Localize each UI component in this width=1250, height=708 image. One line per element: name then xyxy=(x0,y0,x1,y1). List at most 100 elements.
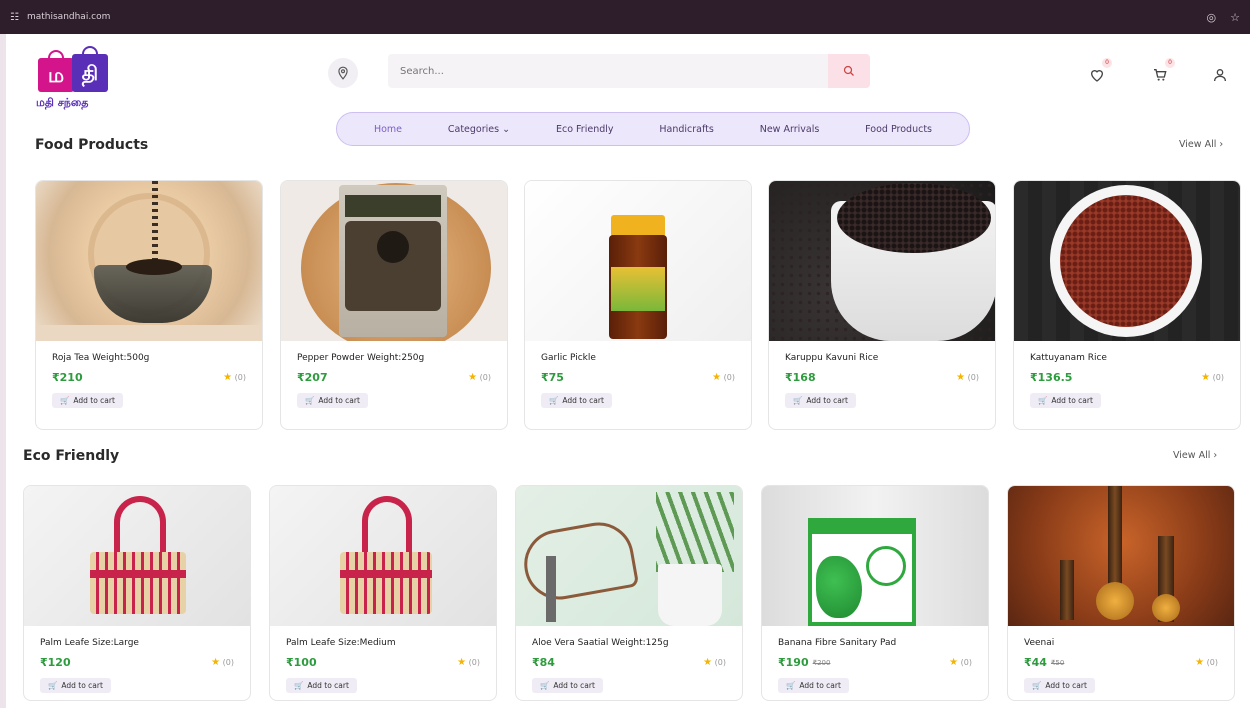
search-input[interactable] xyxy=(388,54,828,88)
star-icon: ★ xyxy=(703,657,713,668)
add-to-cart-button[interactable]: 🛒 Add to cart xyxy=(1030,393,1101,408)
product-rating: ★ (0) xyxy=(457,657,480,668)
product-card[interactable]: Pepper Powder Weight:250g ₹207 ★ (0) 🛒 Ad… xyxy=(280,180,508,430)
product-image[interactable] xyxy=(24,486,250,626)
product-rating: ★ (0) xyxy=(211,657,234,668)
nav-categories[interactable]: Categories ⌄ xyxy=(448,124,510,135)
view-all-eco-link[interactable]: View All › xyxy=(1173,450,1217,461)
address-bar[interactable]: mathisandhai.com xyxy=(27,12,110,22)
star-icon: ★ xyxy=(712,372,722,383)
nav-food-products[interactable]: Food Products xyxy=(865,124,932,135)
heart-icon xyxy=(1090,70,1104,82)
product-image[interactable] xyxy=(1014,181,1240,341)
account-button[interactable] xyxy=(1209,64,1231,86)
product-price: ₹75 xyxy=(541,371,564,384)
product-card[interactable]: Kattuyanam Rice ₹136.5 ★ (0) 🛒 Add to car… xyxy=(1013,180,1241,430)
product-price: ₹136.5 xyxy=(1030,371,1073,384)
product-rating: ★ (0) xyxy=(468,372,491,383)
product-rating: ★ (0) xyxy=(703,657,726,668)
product-name[interactable]: Aloe Vera Saatial Weight:125g xyxy=(532,638,742,648)
wishlist-button[interactable]: 0 xyxy=(1086,58,1112,86)
add-to-cart-button[interactable]: 🛒 Add to cart xyxy=(785,393,856,408)
add-to-cart-button[interactable]: 🛒 Add to cart xyxy=(40,678,111,693)
product-price: ₹120 xyxy=(40,656,71,669)
product-name[interactable]: Banana Fibre Sanitary Pad xyxy=(778,638,988,648)
product-name[interactable]: Pepper Powder Weight:250g xyxy=(297,353,507,363)
search-button[interactable] xyxy=(828,54,870,88)
bookmark-star-icon[interactable]: ☆ xyxy=(1230,11,1240,24)
add-to-cart-button[interactable]: 🛒 Add to cart xyxy=(532,678,603,693)
product-image[interactable] xyxy=(769,181,995,341)
product-image[interactable] xyxy=(1008,486,1234,626)
nav-eco-friendly[interactable]: Eco Friendly xyxy=(556,124,614,135)
logo-letter-ma: ம xyxy=(38,58,74,92)
product-image[interactable] xyxy=(281,181,507,341)
product-card[interactable]: Banana Fibre Sanitary Pad ₹190 ₹200 ★ (0… xyxy=(761,485,989,701)
product-price: ₹44 xyxy=(1024,656,1047,669)
product-image[interactable] xyxy=(36,181,262,341)
product-name[interactable]: Roja Tea Weight:500g xyxy=(52,353,262,363)
nav-categories-label: Categories xyxy=(447,123,500,135)
tracking-icon[interactable]: ◎ xyxy=(1207,11,1217,24)
product-card[interactable]: Veenai ₹44 ₹50 ★ (0) 🛒 Add to cart xyxy=(1007,485,1235,701)
cart-icon: 🛒 xyxy=(540,681,550,690)
nav-new-arrivals[interactable]: New Arrivals xyxy=(760,124,820,135)
add-to-cart-button[interactable]: 🛒 Add to cart xyxy=(297,393,368,408)
section-title-eco-friendly: Eco Friendly xyxy=(23,448,120,464)
cart-icon: 🛒 xyxy=(793,396,803,405)
chevron-down-icon: ⌄ xyxy=(502,123,511,135)
cart-icon: 🛒 xyxy=(60,396,70,405)
star-icon: ★ xyxy=(1201,372,1211,383)
product-name[interactable]: Karuppu Kavuni Rice xyxy=(785,353,995,363)
main-nav: Home Categories ⌄ Eco Friendly Handicraf… xyxy=(336,112,970,146)
cart-icon: 🛒 xyxy=(1038,396,1048,405)
product-card[interactable]: Garlic Pickle ₹75 ★ (0) 🛒 Add to cart xyxy=(524,180,752,430)
product-card[interactable]: Roja Tea Weight:500g ₹210 ★ (0) 🛒 Add to … xyxy=(35,180,263,430)
add-to-cart-button[interactable]: 🛒 Add to cart xyxy=(1024,678,1095,693)
cart-icon: 🛒 xyxy=(294,681,304,690)
add-to-cart-button[interactable]: 🛒 Add to cart xyxy=(286,678,357,693)
product-rating: ★ (0) xyxy=(223,372,246,383)
product-price: ₹84 xyxy=(532,656,555,669)
cart-icon: 🛒 xyxy=(48,681,58,690)
product-image[interactable] xyxy=(516,486,742,626)
product-name[interactable]: Palm Leafe Size:Medium xyxy=(286,638,496,648)
product-price: ₹190 xyxy=(778,656,809,669)
product-card[interactable]: Palm Leafe Size:Medium ₹100 ★ (0) 🛒 Add t… xyxy=(269,485,497,701)
product-name[interactable]: Kattuyanam Rice xyxy=(1030,353,1240,363)
star-icon: ★ xyxy=(956,372,966,383)
cart-icon: 🛒 xyxy=(786,681,796,690)
star-icon: ★ xyxy=(1195,657,1205,668)
location-button[interactable] xyxy=(328,58,358,88)
cart-icon xyxy=(1154,69,1167,81)
product-name[interactable]: Palm Leafe Size:Large xyxy=(40,638,250,648)
product-price: ₹210 xyxy=(52,371,83,384)
product-rating: ★ (0) xyxy=(712,372,735,383)
add-to-cart-button[interactable]: 🛒 Add to cart xyxy=(52,393,123,408)
star-icon: ★ xyxy=(468,372,478,383)
cart-button[interactable]: 0 xyxy=(1149,58,1175,86)
product-card[interactable]: Aloe Vera Saatial Weight:125g ₹84 ★ (0) … xyxy=(515,485,743,701)
star-icon: ★ xyxy=(223,372,233,383)
star-icon: ★ xyxy=(949,657,959,668)
view-all-food-link[interactable]: View All › xyxy=(1179,139,1223,150)
add-to-cart-button[interactable]: 🛒 Add to cart xyxy=(778,678,849,693)
nav-handicrafts[interactable]: Handicrafts xyxy=(659,124,713,135)
product-image[interactable] xyxy=(762,486,988,626)
product-image[interactable] xyxy=(270,486,496,626)
cart-icon: 🛒 xyxy=(305,396,315,405)
nav-home[interactable]: Home xyxy=(374,124,402,135)
site-info-icon[interactable]: ☷ xyxy=(10,12,19,23)
product-card[interactable]: Palm Leafe Size:Large ₹120 ★ (0) 🛒 Add to… xyxy=(23,485,251,701)
product-card[interactable]: Karuppu Kavuni Rice ₹168 ★ (0) 🛒 Add to c… xyxy=(768,180,996,430)
add-to-cart-button[interactable]: 🛒 Add to cart xyxy=(541,393,612,408)
cart-count-badge: 0 xyxy=(1165,58,1175,68)
product-mrp: ₹200 xyxy=(812,658,831,667)
product-name[interactable]: Veenai xyxy=(1024,638,1234,648)
search-icon xyxy=(843,65,854,76)
product-image[interactable] xyxy=(525,181,751,341)
product-name[interactable]: Garlic Pickle xyxy=(541,353,751,363)
product-rating: ★ (0) xyxy=(949,657,972,668)
site-logo[interactable]: ம தி மதி சந்தை xyxy=(36,46,116,116)
product-price: ₹100 xyxy=(286,656,317,669)
